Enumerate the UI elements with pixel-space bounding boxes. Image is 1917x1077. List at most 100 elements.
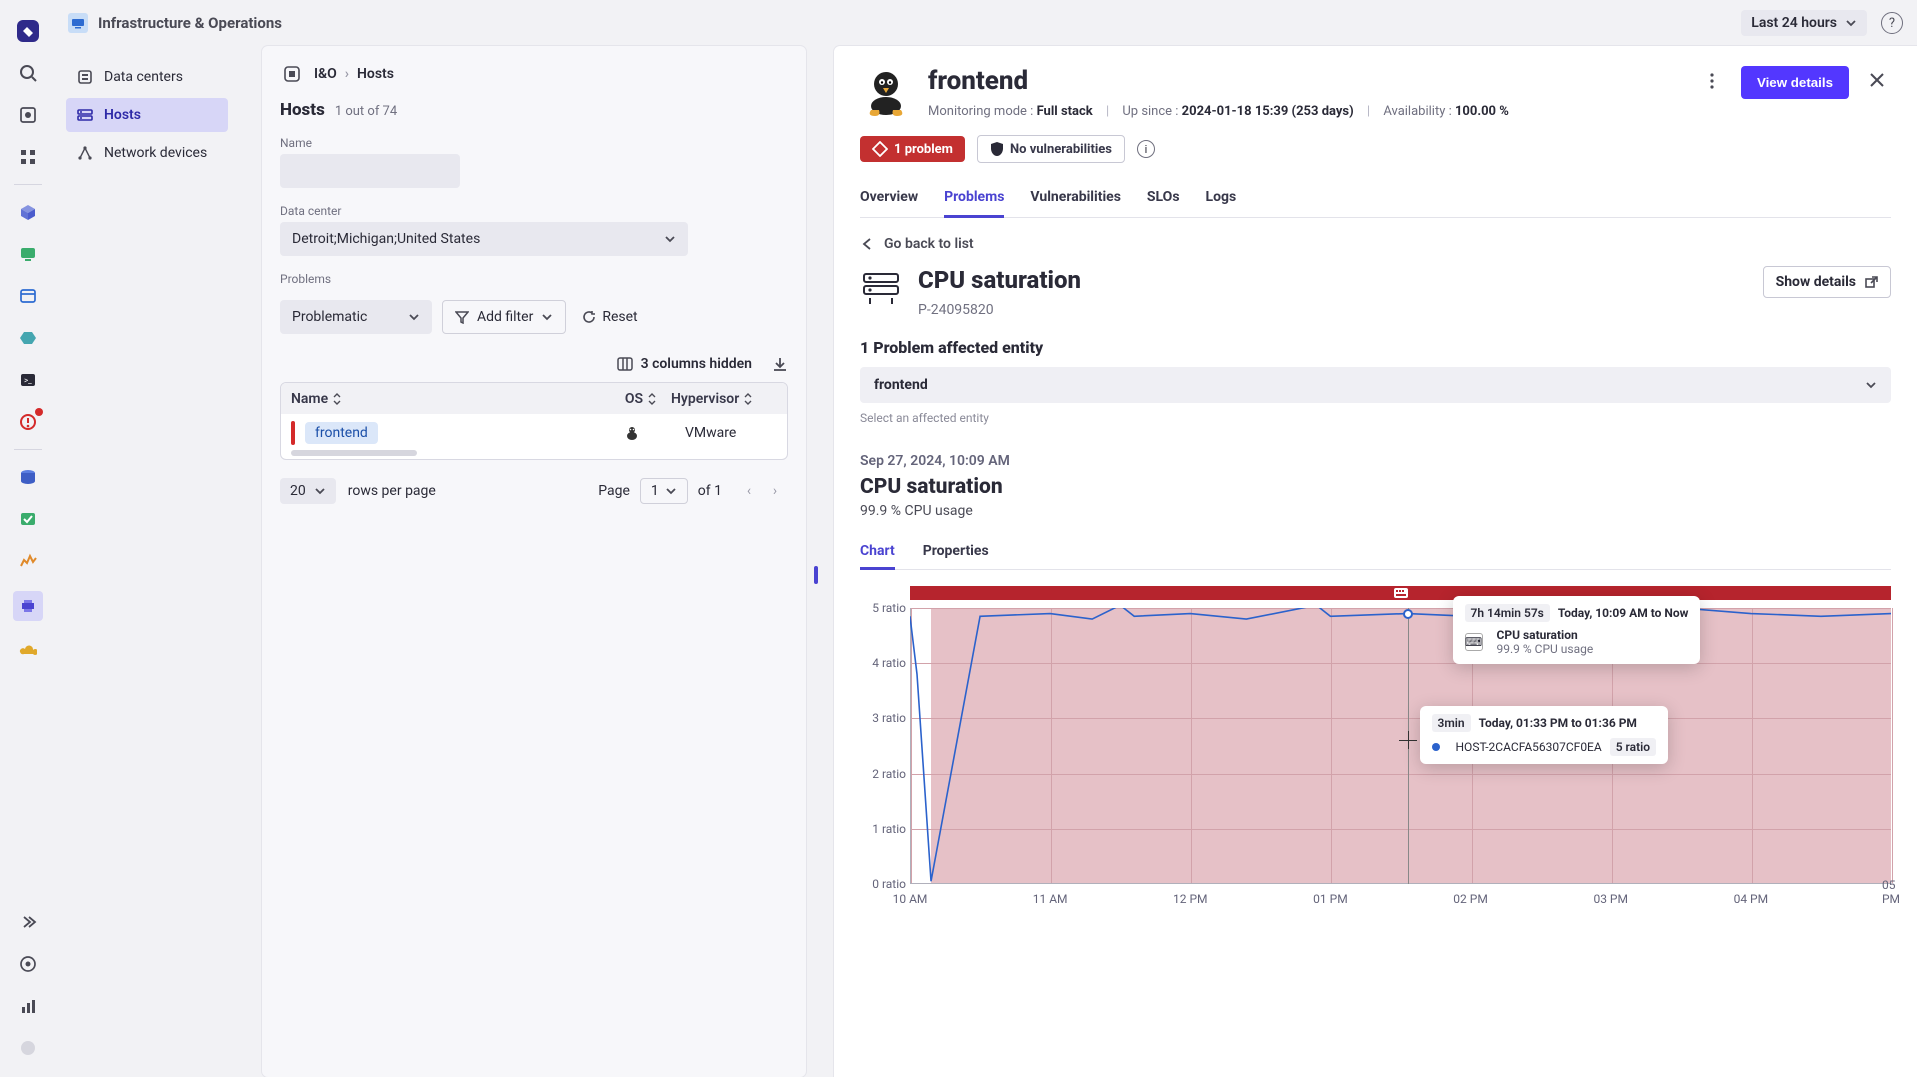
breadcrumb-current: Hosts [357,66,394,82]
sidebar-item-hosts[interactable]: Hosts [66,98,228,132]
infra-icon[interactable] [13,591,43,621]
sort-icon [743,393,753,405]
alert-icon[interactable] [16,410,40,434]
sidebar-item-network[interactable]: Network devices [66,136,228,170]
hosts-table: Name OS Hypervisor frontend VMware [280,382,788,460]
more-menu-icon[interactable] [1697,66,1727,96]
tab-overview[interactable]: Overview [860,179,918,217]
chart-area[interactable]: 0 ratio1 ratio2 ratio3 ratio4 ratio5 rat… [860,586,1891,906]
h-scrollbar[interactable] [291,450,417,456]
tooltip1-value: 99.9 % CPU usage [1497,642,1594,656]
avail-val: 100.00 % [1455,104,1509,119]
cloud-icon[interactable] [16,639,40,663]
cube-icon[interactable] [16,200,40,224]
terminal-icon[interactable]: >_ [16,368,40,392]
col-header-name[interactable]: Name [291,391,611,407]
problem-badge[interactable]: 1 problem [860,136,965,162]
gear-icon[interactable] [16,952,40,976]
datacenter-icon [76,68,94,86]
vuln-badge[interactable]: No vulnerabilities [977,135,1125,163]
upsince-key: Up since : [1122,104,1178,119]
left-rail: >_ [0,0,56,1077]
spark-icon[interactable] [16,549,40,573]
show-details-button[interactable]: Show details [1763,266,1891,298]
columns-icon [617,356,633,372]
time-range-picker[interactable]: Last 24 hours [1741,10,1867,36]
chevron-down-icon [1845,17,1857,29]
entity-tabs: Overview Problems Vulnerabilities SLOs L… [860,179,1891,218]
mon-mode-key: Monitoring mode : [928,104,1033,119]
tab-logs[interactable]: Logs [1206,179,1237,217]
shield-icon [990,141,1004,157]
tooltip1-duration: 7h 14min 57s [1465,604,1550,622]
hosts-panel: I&O › Hosts Hosts 1 out of 74 Name Data … [262,46,806,1077]
db-icon[interactable] [16,465,40,489]
split-handle[interactable] [814,566,818,584]
window-icon[interactable] [16,284,40,308]
severity-bar [291,421,295,445]
filter-icon [455,310,469,324]
affected-entity-value: frontend [874,377,928,393]
hex-icon[interactable] [16,326,40,350]
breadcrumb-root[interactable]: I&O [314,66,337,82]
app-title: Infrastructure & Operations [98,14,282,32]
monitor-icon[interactable] [16,242,40,266]
tab-vulnerabilities[interactable]: Vulnerabilities [1030,179,1121,217]
apps-icon[interactable] [16,145,40,169]
host-chip[interactable]: frontend [305,422,378,444]
tab-problems[interactable]: Problems [944,179,1004,218]
chevron-down-icon [408,311,420,323]
time-range-label: Last 24 hours [1751,15,1837,31]
name-filter-input[interactable] [280,154,460,188]
entity-title: frontend [928,66,1509,96]
tab-slos[interactable]: SLOs [1147,179,1180,217]
columns-button[interactable]: 3 columns hidden [617,356,752,372]
problem-id: P-24095820 [918,302,1081,318]
status-icon[interactable] [16,1036,40,1060]
view-details-button[interactable]: View details [1741,66,1849,99]
next-page[interactable]: › [762,478,788,504]
close-icon[interactable] [1863,66,1891,94]
columns-hidden-label: 3 columns hidden [641,356,752,372]
linux-icon [625,425,639,441]
sidebar-item-datacenters[interactable]: Data centers [66,60,228,94]
chart-tooltip-problem: 7h 14min 57s Today, 10:09 AM to Now ⌨ CP… [1453,596,1701,664]
add-filter-button[interactable]: Add filter [442,300,566,334]
reset-label: Reset [602,309,637,325]
problems-select[interactable]: Problematic [280,300,432,334]
go-back-link[interactable]: Go back to list [860,236,1891,252]
chart-timestamp: Sep 27, 2024, 10:09 AM [860,453,1891,469]
problems-label: Problems [280,272,788,286]
sidebar-item-label: Hosts [104,107,141,123]
chart-tab-chart[interactable]: Chart [860,535,895,570]
tooltip1-range: Today, 10:09 AM to Now [1558,606,1689,620]
dashboard-icon[interactable] [16,103,40,127]
breadcrumb-chip-icon[interactable] [280,62,304,86]
reset-button[interactable]: Reset [576,309,643,325]
datacenter-select[interactable]: Detroit;Michigan;United States [280,222,688,256]
problem-badge-label: 1 problem [894,142,953,157]
chart-tab-properties[interactable]: Properties [923,535,989,569]
prev-page[interactable]: ‹ [736,478,762,504]
search-icon[interactable] [16,61,40,85]
page-value: 1 [651,483,659,499]
rows-per-page-select[interactable]: 20 [280,478,336,504]
logo-icon[interactable] [16,19,40,43]
help-icon[interactable]: ? [1881,12,1903,34]
col-header-hypervisor[interactable]: Hypervisor [671,391,777,407]
affected-entity-select[interactable]: frontend [860,367,1891,403]
col-header-os[interactable]: OS [611,391,671,407]
popout-icon [1864,275,1878,289]
datacenter-label: Data center [280,204,788,218]
info-icon[interactable]: i [1137,140,1155,158]
sort-icon [332,393,342,405]
chevron-down-icon [541,311,553,323]
chart-subtitle: 99.9 % CPU usage [860,503,1891,519]
check-icon[interactable] [16,507,40,531]
affected-heading: 1 Problem affected entity [860,338,1891,357]
expand-icon[interactable] [16,910,40,934]
barchart-icon[interactable] [16,994,40,1018]
page-select[interactable]: 1 [640,478,688,504]
download-button[interactable] [772,356,788,372]
page-label: Page [598,483,630,499]
